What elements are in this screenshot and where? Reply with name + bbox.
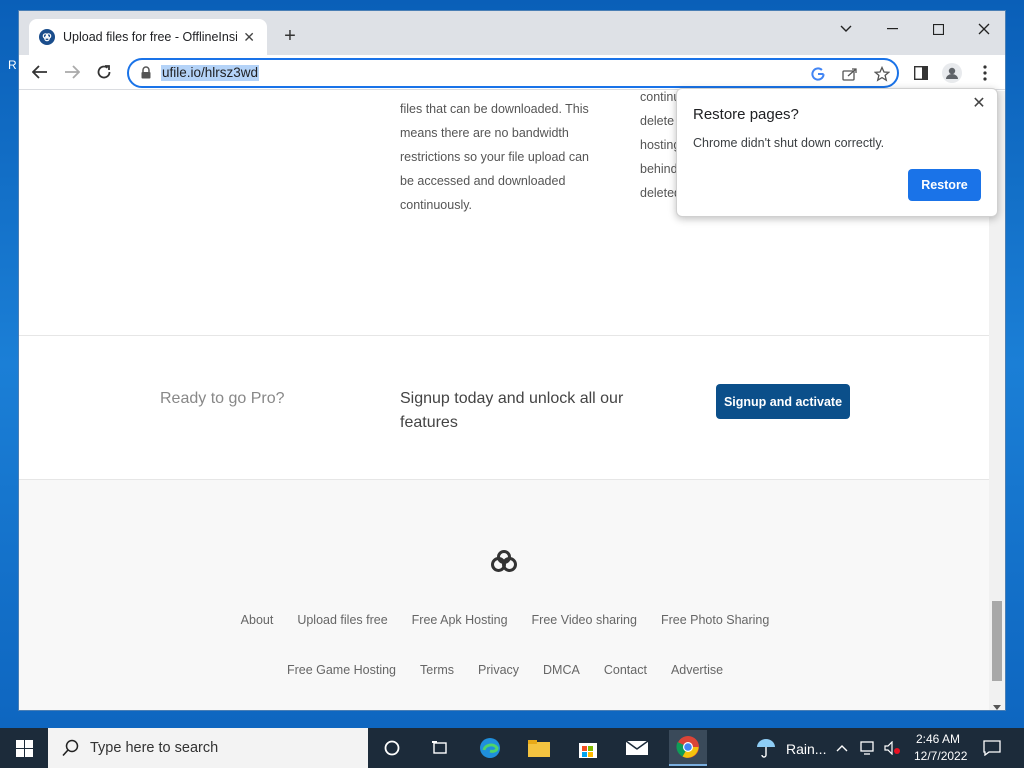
file-explorer-icon[interactable] [523, 732, 555, 764]
footer-links-row: Free Game Hosting Terms Privacy DMCA Con… [19, 663, 991, 677]
windows-start-icon[interactable] [0, 728, 48, 768]
browser-tab[interactable]: Upload files for free - OfflineInsi ✕ [29, 19, 267, 55]
bookmark-star-icon[interactable] [873, 65, 891, 83]
volume-muted-icon[interactable] [882, 732, 904, 764]
reload-icon[interactable] [90, 58, 118, 86]
clock-date[interactable]: 12/7/2022 [914, 749, 967, 763]
show-hidden-icons-chevron-icon[interactable] [832, 732, 852, 764]
ufile-logo-icon[interactable] [489, 550, 519, 574]
cortana-icon[interactable] [376, 732, 408, 764]
browser-toolbar: ufile.io/hlrsz3wd [19, 55, 1005, 90]
title-bar: Upload files for free - OfflineInsi ✕ + [19, 11, 1005, 55]
desktop-icon-fragment: R [8, 58, 17, 72]
network-icon[interactable] [858, 732, 880, 764]
lock-icon[interactable] [141, 66, 153, 80]
taskbar-search-box[interactable]: Type here to search [48, 728, 368, 768]
side-panel-icon[interactable] [909, 61, 933, 85]
footer-link-contact[interactable]: Contact [604, 663, 647, 677]
popup-close-icon[interactable]: ✕ [971, 95, 987, 112]
footer-link-free-apk-hosting[interactable]: Free Apk Hosting [412, 613, 508, 627]
url-text[interactable]: ufile.io/hlrsz3wd [161, 65, 260, 81]
feature-line: delete [640, 114, 675, 128]
clock-time[interactable]: 2:46 AM [916, 732, 960, 746]
footer-link-free-video-sharing[interactable]: Free Video sharing [532, 613, 637, 627]
footer-link-about[interactable]: About [241, 613, 274, 627]
signup-activate-button[interactable]: Signup and activate [716, 384, 850, 419]
footer-link-advertise[interactable]: Advertise [671, 663, 723, 677]
pro-title: Ready to go Pro? [160, 390, 285, 407]
minimize-icon[interactable] [869, 15, 915, 43]
weather-text[interactable]: Rain... [786, 741, 826, 757]
feature-description-left: files that can be downloaded. This means… [400, 97, 589, 217]
profile-avatar-icon[interactable] [940, 61, 964, 85]
share-icon[interactable] [841, 65, 859, 83]
search-icon [62, 739, 79, 757]
address-bar[interactable]: ufile.io/hlrsz3wd [127, 58, 899, 88]
feature-line: files that can be downloaded. This [400, 102, 589, 116]
footer-links-row: About Upload files free Free Apk Hosting… [19, 613, 991, 627]
search-placeholder: Type here to search [90, 740, 219, 756]
tab-search-chevron-icon[interactable] [823, 15, 869, 43]
footer-link-privacy[interactable]: Privacy [478, 663, 519, 677]
footer-link-upload-files-free[interactable]: Upload files free [297, 613, 387, 627]
tab-close-icon[interactable]: ✕ [241, 29, 257, 45]
weather-umbrella-icon[interactable] [750, 732, 782, 764]
footer-link-free-photo-sharing[interactable]: Free Photo Sharing [661, 613, 769, 627]
feature-line: means there are no bandwidth [400, 126, 569, 140]
scroll-down-arrow-icon[interactable] [993, 705, 1001, 710]
windows-taskbar: Type here to search Rain... 2:46 AM 12/7… [0, 728, 1024, 768]
feature-line: hosting [640, 138, 681, 152]
restore-pages-popup: Restore pages? Chrome didn't shut down c… [676, 88, 998, 217]
close-window-icon[interactable] [961, 15, 1005, 43]
microsoft-store-icon[interactable] [572, 732, 604, 764]
tab-title: Upload files for free - OfflineInsi [63, 30, 238, 44]
task-view-icon[interactable] [424, 732, 456, 764]
restore-button[interactable]: Restore [908, 169, 981, 201]
popup-message: Chrome didn't shut down correctly. [693, 136, 885, 150]
feature-line: continu [640, 90, 681, 104]
mail-icon[interactable] [621, 732, 653, 764]
new-tab-plus-icon[interactable]: + [279, 25, 301, 47]
feature-description-right: continu delete hosting behind deleted [640, 85, 681, 205]
notification-center-icon[interactable] [976, 732, 1008, 764]
feature-line: be accessed and downloaded [400, 174, 566, 188]
chrome-taskbar-icon[interactable] [669, 730, 707, 766]
popup-title: Restore pages? [693, 106, 799, 123]
edge-icon[interactable] [474, 732, 506, 764]
pro-description: Signup today and unlock all our features [400, 390, 624, 431]
section-divider [19, 335, 991, 336]
maximize-icon[interactable] [915, 15, 961, 43]
feature-line: restrictions so your file upload can [400, 150, 589, 164]
footer-link-free-game-hosting[interactable]: Free Game Hosting [287, 663, 396, 677]
footer-link-dmca[interactable]: DMCA [543, 663, 580, 677]
forward-arrow-icon[interactable] [58, 58, 86, 86]
google-icon[interactable] [809, 65, 827, 83]
feature-line: deleted [640, 186, 682, 200]
menu-kebab-icon[interactable] [973, 61, 997, 85]
feature-line: continuously. [400, 198, 473, 212]
back-arrow-icon[interactable] [26, 58, 54, 86]
ufile-favicon-icon [39, 29, 55, 45]
footer: About Upload files free Free Apk Hosting… [19, 480, 991, 710]
scrollbar-thumb[interactable] [992, 601, 1002, 681]
feature-line: behind [640, 162, 678, 176]
footer-link-terms[interactable]: Terms [420, 663, 454, 677]
